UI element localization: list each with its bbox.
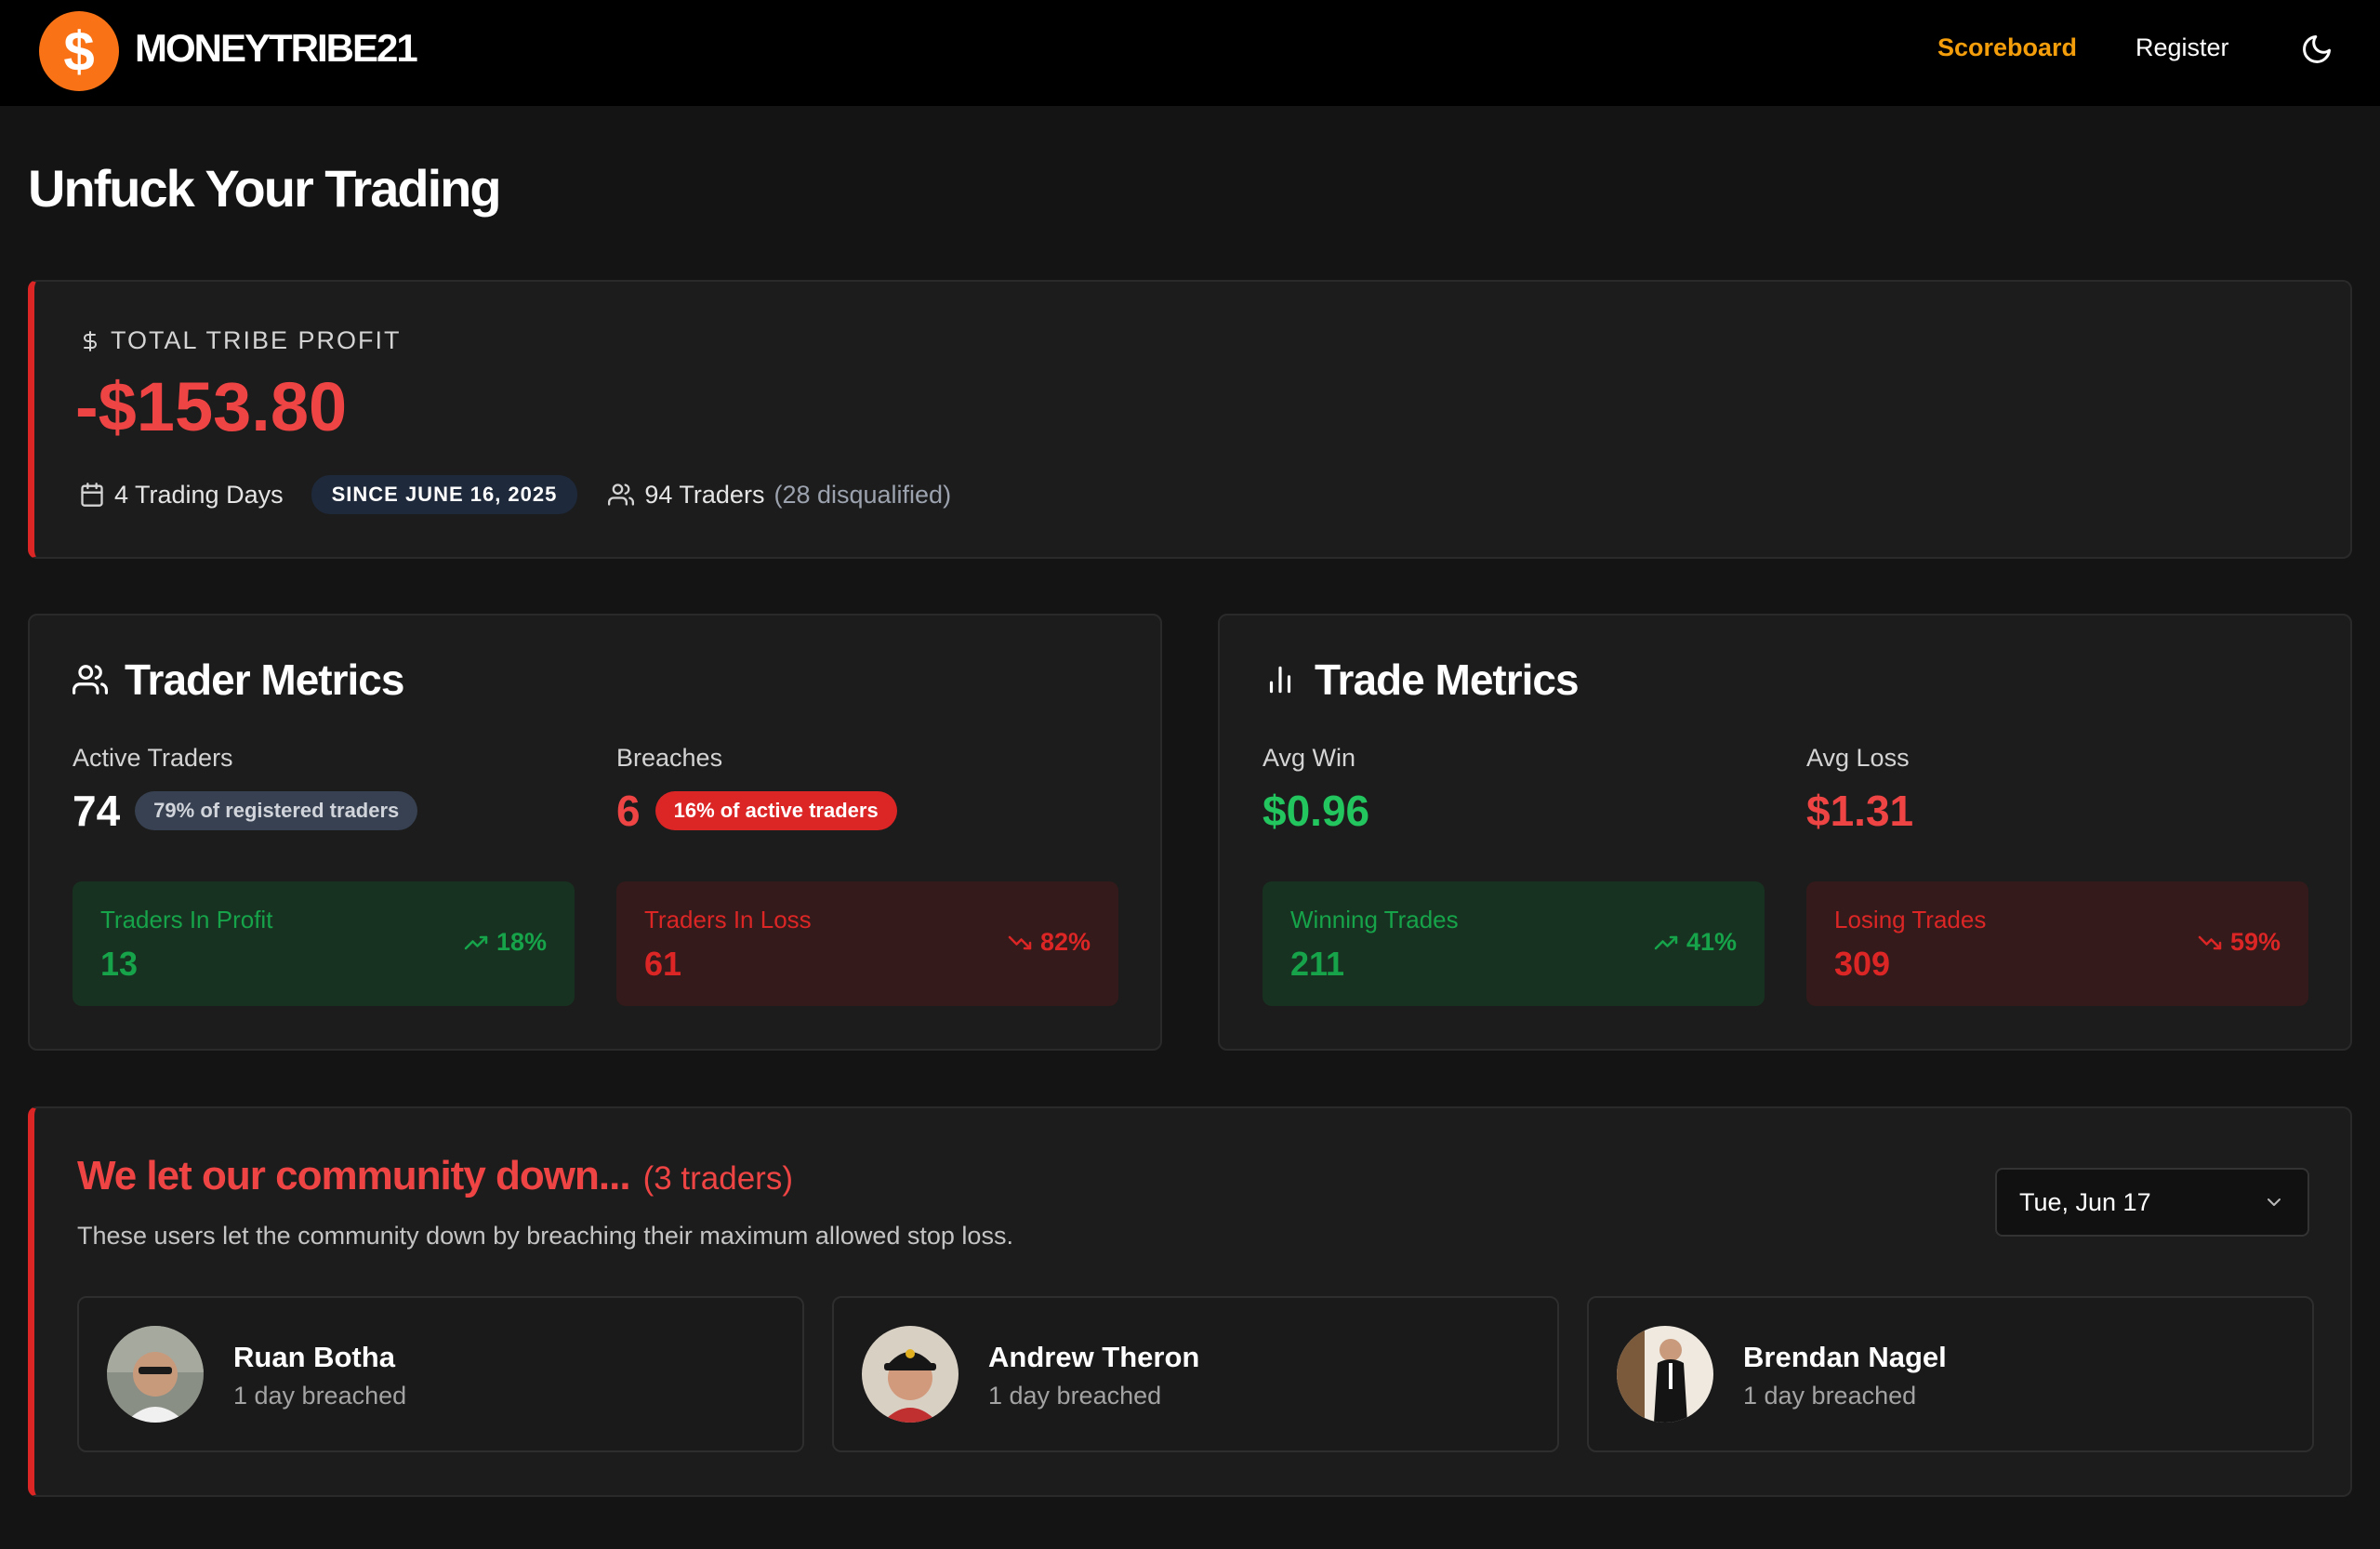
user-status: 1 day breached xyxy=(233,1382,407,1410)
total-profit-card: TOTAL TRIBE PROFIT -$153.80 4 Trading Da… xyxy=(28,280,2352,559)
profit-label: TOTAL TRIBE PROFIT xyxy=(79,326,402,355)
community-heading: We let our community down... (3 traders) xyxy=(77,1153,793,1198)
disqualified-count: (28 disqualified) xyxy=(774,480,952,509)
breached-user-card[interactable]: Ruan Botha 1 day breached xyxy=(77,1296,804,1452)
profit-meta: 4 Trading Days SINCE JUNE 16, 2025 94 Tr… xyxy=(79,475,951,514)
logo-symbol: $ xyxy=(63,20,95,83)
avatar xyxy=(1617,1326,1713,1423)
calendar-icon xyxy=(81,483,103,507)
brand-name[interactable]: MONEYTRIBE21 xyxy=(135,26,418,71)
user-name: Brendan Nagel xyxy=(1743,1341,1947,1373)
avg-loss-value: $1.31 xyxy=(1806,787,1914,835)
traders-in-loss-tile: Traders In Loss 61 82% xyxy=(616,881,1118,1006)
top-nav: $ MONEYTRIBE21 Scoreboard Register xyxy=(0,0,2380,106)
losing-trades-tile: Losing Trades 309 59% xyxy=(1806,881,2308,1006)
page-title: Unfuck Your Trading xyxy=(28,159,502,218)
breached-count: (3 traders) xyxy=(642,1160,793,1197)
breaches-pill: 16% of active traders xyxy=(654,791,897,830)
breaches-value: 6 xyxy=(616,787,641,835)
users-icon xyxy=(73,665,108,695)
date-select-value: Tue, Jun 17 xyxy=(2019,1187,2151,1216)
date-select[interactable]: Tue, Jun 17 xyxy=(1995,1168,2309,1237)
nav-scoreboard-link[interactable]: Scoreboard xyxy=(1937,33,2077,62)
bar-chart-icon xyxy=(1269,666,1291,694)
avatar xyxy=(107,1326,204,1423)
trade-metrics-card: Trade Metrics Avg Win $0.96 Avg Loss $1.… xyxy=(1218,614,2352,1051)
trending-down-icon xyxy=(1008,935,1032,949)
avg-win-value: $0.96 xyxy=(1263,787,1370,835)
breached-user-card[interactable]: Brendan Nagel 1 day breached xyxy=(1587,1296,2314,1452)
active-traders-value: 74 xyxy=(73,787,121,835)
profit-value: -$153.80 xyxy=(75,368,348,445)
moon-icon[interactable] xyxy=(2300,33,2334,66)
trader-metrics-card: Trader Metrics Active Traders 74 79% of … xyxy=(28,614,1162,1051)
avg-loss-stat: Avg Loss $1.31 xyxy=(1806,744,1914,835)
user-status: 1 day breached xyxy=(988,1382,1162,1410)
chevron-down-icon xyxy=(2268,1198,2281,1206)
trending-down-icon xyxy=(2198,935,2222,949)
community-description: These users let the community down by br… xyxy=(77,1222,1013,1250)
avatar xyxy=(862,1326,959,1423)
trending-up-icon xyxy=(464,935,488,949)
logo-icon[interactable]: $ xyxy=(39,11,119,91)
user-name: Ruan Botha xyxy=(233,1341,395,1373)
user-status: 1 day breached xyxy=(1743,1382,1917,1410)
winning-trades-tile: Winning Trades 211 41% xyxy=(1263,881,1765,1006)
trade-metrics-heading: Trade Metrics xyxy=(1263,655,1580,705)
dollar-icon xyxy=(84,330,97,351)
traders-count: 94 Traders (28 disqualified) xyxy=(607,481,951,510)
active-traders-pill: 79% of registered traders xyxy=(135,791,418,830)
traders-in-profit-tile: Traders In Profit 13 18% xyxy=(73,881,575,1006)
community-breach-card: We let our community down... (3 traders)… xyxy=(28,1106,2352,1497)
trader-metrics-heading: Trader Metrics xyxy=(73,655,404,705)
since-badge: SINCE JUNE 16, 2025 xyxy=(311,475,578,514)
breached-user-card[interactable]: Andrew Theron 1 day breached xyxy=(832,1296,1559,1452)
users-icon xyxy=(608,483,635,506)
active-traders-stat: Active Traders 74 79% of registered trad… xyxy=(73,744,418,836)
trending-up-icon xyxy=(1654,935,1678,949)
nav-register-link[interactable]: Register xyxy=(2135,33,2229,62)
user-name: Andrew Theron xyxy=(988,1341,1200,1373)
breaches-stat: Breaches 6 16% of active traders xyxy=(616,744,897,836)
trading-days: 4 Trading Days xyxy=(79,481,284,510)
avg-win-stat: Avg Win $0.96 xyxy=(1263,744,1370,835)
